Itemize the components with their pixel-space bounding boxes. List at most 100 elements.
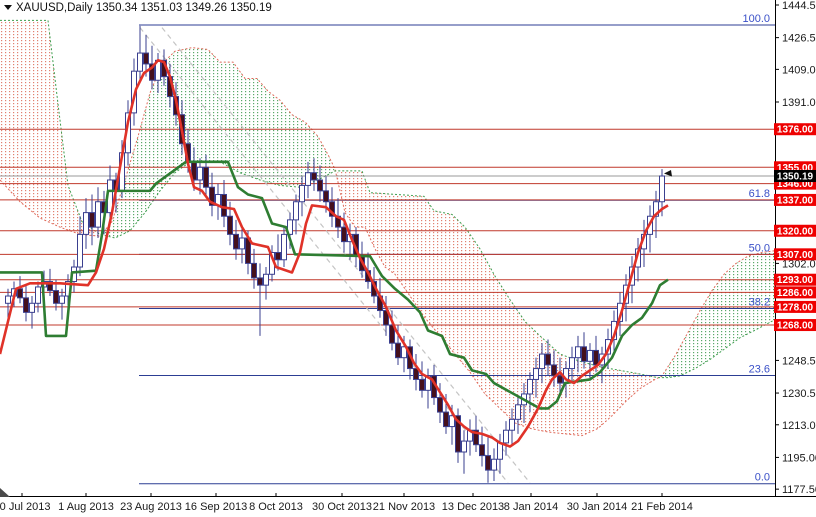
bull-candle-body — [587, 349, 593, 362]
bull-candle-body — [575, 346, 581, 359]
bear-candle-body — [545, 353, 551, 366]
bear-candle-body — [419, 378, 425, 391]
price-level-badge-label: 1293.00 — [777, 275, 814, 286]
bear-candle-body — [143, 52, 149, 65]
chart-canvas[interactable]: 100.061.850.038.223.60.01444.501426.5014… — [0, 0, 816, 517]
bull-candle-body — [533, 368, 539, 380]
fib-level-label: 100.0 — [742, 13, 770, 25]
bear-candle-body — [23, 297, 29, 313]
bull-candle-body — [29, 302, 35, 313]
price-badges: 1376.001355.001346.001337.001320.001307.… — [774, 123, 816, 332]
bear-candle-body — [311, 172, 317, 181]
bear-candle-body — [581, 346, 587, 362]
bull-candle-body — [95, 201, 101, 228]
bull-candle-body — [461, 440, 467, 453]
bear-candle-body — [227, 215, 233, 235]
fib-level-label: 61.8 — [749, 188, 770, 200]
date-tick-label: 30 Jan 2014 — [567, 501, 628, 513]
bull-candle-body — [197, 166, 203, 181]
date-tick-label: 8 Jan 2014 — [504, 501, 558, 513]
cloud-bullish-region — [660, 250, 775, 378]
date-tick-label: 1 Aug 2013 — [58, 501, 114, 513]
price-axis: 1444.501426.501409.001391.001302.001248.… — [775, 0, 816, 496]
bull-candle-body — [239, 237, 245, 250]
bear-candle-body — [221, 193, 227, 217]
date-tick-label: 13 Dec 2013 — [442, 501, 504, 513]
price-tick-label: 1444.50 — [782, 0, 816, 12]
bull-candle-body — [281, 233, 287, 261]
ichimoku-cloud — [0, 19, 775, 437]
bear-candle-body — [551, 364, 557, 377]
bear-candle-body — [251, 262, 257, 279]
price-tick-label: 1213.00 — [782, 420, 816, 432]
bull-candle-body — [137, 52, 143, 72]
bear-candle-body — [341, 226, 347, 243]
bear-candle-body — [17, 288, 23, 299]
price-tick-label: 1426.50 — [782, 33, 816, 45]
bull-candle-body — [305, 172, 311, 186]
bull-candle-body — [299, 184, 305, 203]
price-level-badge-label: 1320.00 — [777, 226, 814, 237]
bull-candle-body — [59, 295, 65, 304]
fib-level-label: 50.0 — [749, 242, 770, 254]
bull-candle-body — [5, 295, 11, 304]
price-level-badge-label: 1268.00 — [777, 321, 814, 332]
bull-candle-body — [497, 442, 503, 460]
bear-candle-body — [485, 455, 491, 471]
price-level-badge-label: 1278.00 — [777, 302, 814, 313]
date-tick-label: 16 Sep 2013 — [185, 501, 247, 513]
bull-candle-body — [527, 378, 533, 395]
fib-level-label: 23.6 — [749, 363, 770, 375]
date-tick-label: 30 Oct 2013 — [312, 501, 372, 513]
price-level-badge-label: 1376.00 — [777, 125, 814, 136]
date-tick-label: 21 Nov 2013 — [373, 501, 435, 513]
bear-candle-body — [275, 252, 281, 261]
price-tick-label: 1230.50 — [782, 388, 816, 400]
bear-candle-body — [443, 411, 449, 428]
chart-layers: 100.061.850.038.223.60.01444.501426.5014… — [0, 0, 816, 513]
chart-begin-marker-icon — [0, 488, 10, 497]
chart-window: 100.061.850.038.223.60.01444.501426.5014… — [0, 0, 816, 517]
price-tick-label: 1248.50 — [782, 355, 816, 367]
bull-candle-body — [659, 175, 665, 203]
price-tick-label: 1391.00 — [782, 97, 816, 109]
bull-candle-body — [263, 273, 269, 286]
bear-candle-body — [53, 290, 59, 304]
cloud-bearish-region — [0, 20, 103, 237]
bear-candle-body — [233, 233, 239, 250]
date-tick-label: 23 Aug 2013 — [120, 501, 182, 513]
bull-candle-body — [491, 458, 497, 471]
bull-candle-body — [293, 201, 299, 221]
bear-candle-body — [593, 349, 599, 366]
price-tick-label: 1195.00 — [782, 452, 816, 464]
price-tick-label: 1409.00 — [782, 64, 816, 76]
bull-candle-body — [569, 357, 575, 370]
bear-candle-body — [437, 397, 443, 413]
bear-candle-body — [323, 190, 329, 203]
bull-candle-body — [77, 233, 83, 268]
date-tick-label: 21 Feb 2014 — [631, 501, 693, 513]
bull-candle-body — [83, 212, 89, 235]
date-tick-label: 10 Jul 2013 — [0, 501, 50, 513]
chart-title: XAUUSD,Daily 1350.34 1351.03 1349.26 135… — [16, 2, 272, 14]
fib-level-label: 0.0 — [755, 472, 770, 484]
bear-candle-body — [317, 179, 323, 192]
symbol-marker-icon[interactable] — [4, 5, 12, 10]
bear-candle-body — [89, 212, 95, 228]
price-level-badge-label: 1307.00 — [777, 250, 814, 261]
bull-candle-body — [503, 429, 509, 444]
bull-candle-body — [509, 418, 515, 431]
bull-candle-body — [539, 353, 545, 370]
bull-candle-body — [35, 286, 41, 304]
bear-candle-body — [557, 375, 563, 384]
date-tick-label: 8 Oct 2013 — [249, 501, 303, 513]
bull-candle-body — [515, 404, 521, 420]
bear-candle-body — [479, 444, 485, 457]
current-price-badge-label: 1350.19 — [777, 172, 814, 183]
bear-candle-body — [203, 166, 209, 188]
bear-candle-body — [395, 342, 401, 359]
price-tick-label: 1177.50 — [782, 484, 816, 496]
price-level-badge-label: 1337.00 — [777, 195, 814, 206]
price-level-badge-label: 1286.00 — [777, 288, 814, 299]
bear-candle-body — [257, 277, 263, 286]
